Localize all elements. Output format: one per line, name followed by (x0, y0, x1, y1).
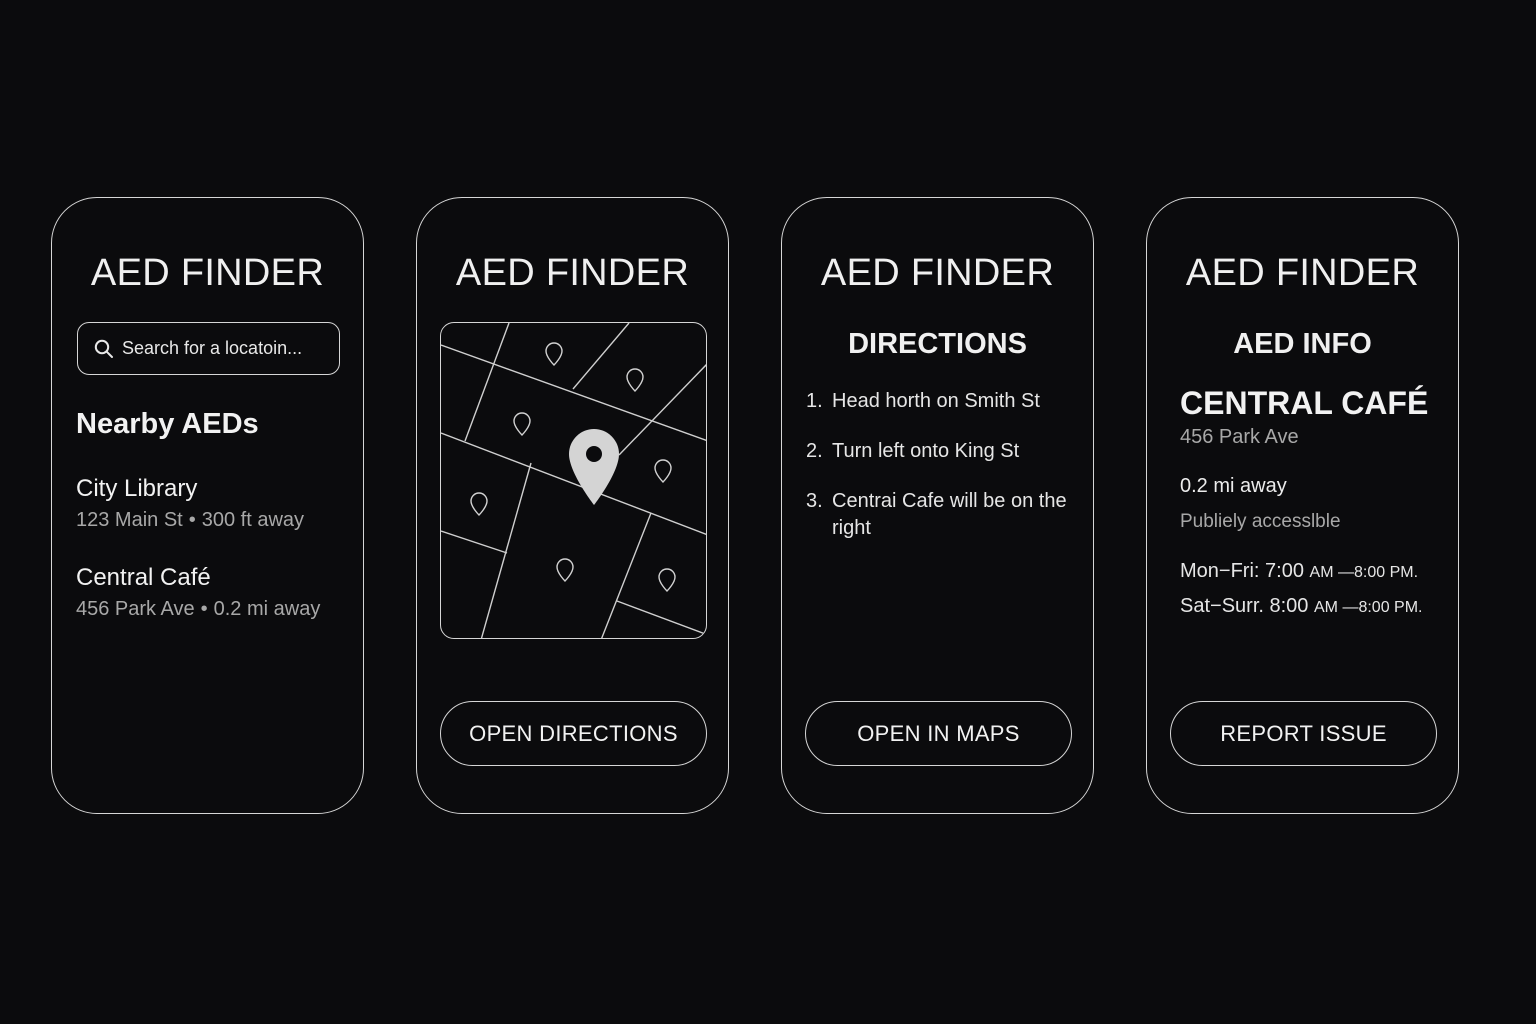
direction-step: 2. Turn left onto King St (806, 438, 1076, 465)
open-in-maps-button[interactable]: OPEN IN MAPS (805, 701, 1072, 766)
map-pin-icon[interactable] (658, 568, 676, 592)
search-icon (94, 339, 113, 358)
venue-distance: 0.2 mi away (1180, 475, 1287, 497)
aed-name: City Library (76, 475, 198, 502)
app-title: AED FINDER (455, 252, 690, 294)
map-pin-icon[interactable] (545, 342, 563, 366)
venue-name: CENTRAL CAFÉ (1180, 385, 1429, 421)
app-title: AED FINDER (90, 252, 325, 294)
hours-open: 8:00 (1269, 595, 1309, 617)
hours-weekend: Sat−Surr. 8:00 AM —8:00 PM. (1180, 595, 1422, 618)
step-number: 3. (806, 490, 823, 512)
open-directions-button[interactable]: OPEN DIRECTIONS (440, 701, 707, 766)
direction-step: 1. Head horth on Smith St (806, 388, 1076, 415)
app-title: AED FINDER (820, 252, 1055, 294)
step-text: Centrai Cafe will be on the right (832, 490, 1067, 539)
venue-address: 456 Park Ave (1180, 426, 1299, 448)
phone-screen-directions: AED FINDER DIRECTIONS 1. Head horth on S… (781, 197, 1094, 814)
aed-address: 456 Park Ave (76, 598, 195, 620)
separator-dot: • (200, 598, 208, 620)
map-pin-icon[interactable] (654, 459, 672, 483)
map-pin-icon[interactable] (556, 558, 574, 582)
map-streets (441, 323, 706, 638)
nearby-aeds-heading: Nearby AEDs (76, 408, 259, 440)
aed-address: 123 Main St (76, 509, 183, 531)
separator-dot: • (188, 509, 196, 531)
phone-screen-search: AED FINDER Nearby AEDs City Library 123 … (51, 197, 364, 814)
hours-days: Sat−Surr. (1180, 595, 1264, 617)
step-text: Head horth on Smith St (832, 390, 1040, 412)
map-pin-icon[interactable] (513, 412, 531, 436)
phone-screen-aed-info: AED FINDER AED INFO CENTRAL CAFÉ 456 Par… (1146, 197, 1459, 814)
aed-meta: 123 Main St • 300 ft away (76, 507, 346, 533)
report-issue-button[interactable]: REPORT ISSUE (1170, 701, 1437, 766)
hours-days: Mon−Fri: (1180, 560, 1260, 582)
step-number: 2. (806, 440, 823, 462)
hours-rest: AM —8:00 PM. (1314, 599, 1423, 616)
phone-screen-map: AED FINDER OPEN DIRECTIONS (416, 197, 729, 814)
step-number: 1. (806, 390, 823, 412)
direction-step: 3. Centrai Cafe will be on the right (806, 488, 1076, 542)
aed-list-item[interactable]: Central Café 456 Park Ave • 0.2 mi away (76, 563, 346, 622)
aed-distance: 300 ft away (201, 509, 305, 531)
aed-info-heading: AED INFO (1233, 328, 1372, 360)
directions-heading: DIRECTIONS (848, 328, 1027, 360)
search-bar[interactable] (77, 322, 340, 375)
access-status: Publiely accesslble (1180, 511, 1341, 532)
hours-open: 7:00 (1265, 560, 1304, 582)
search-input[interactable] (122, 338, 322, 359)
directions-steps: 1. Head horth on Smith St 2. Turn left o… (806, 388, 1076, 565)
app-title: AED FINDER (1185, 252, 1420, 294)
map-pin-icon[interactable] (470, 492, 488, 516)
aed-list-item[interactable]: City Library 123 Main St • 300 ft away (76, 474, 346, 533)
map-pin-icon[interactable] (626, 368, 644, 392)
location-pin-icon[interactable] (569, 429, 619, 505)
aed-name: Central Café (76, 564, 211, 591)
map-view[interactable] (440, 322, 707, 639)
app-mockup-row: AED FINDER Nearby AEDs City Library 123 … (0, 0, 1536, 1024)
hours-weekday: Mon−Fri: 7:00 AM —8:00 PM. (1180, 560, 1418, 583)
aed-distance: 0.2 mi away (213, 598, 321, 620)
aed-meta: 456 Park Ave • 0.2 mi away (76, 596, 346, 622)
hours-rest: AM —8:00 PM. (1309, 564, 1419, 581)
step-text: Turn left onto King St (832, 440, 1020, 462)
